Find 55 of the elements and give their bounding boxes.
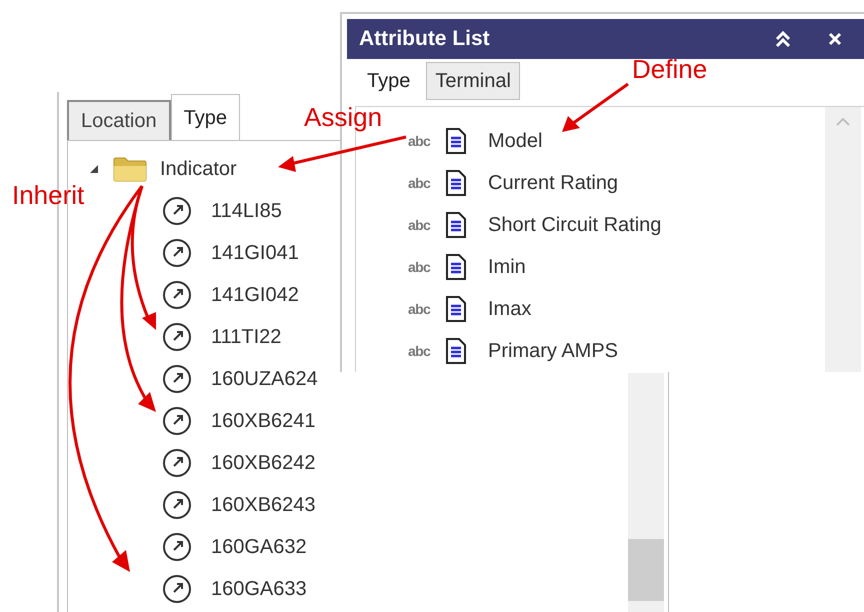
attribute-item[interactable]: Imin <box>488 252 526 282</box>
attribute-item[interactable]: Short Circuit Rating <box>488 210 662 240</box>
scroll-thumb[interactable] <box>628 539 664 601</box>
data-type-label: abc <box>408 216 432 234</box>
tree-item[interactable]: 160UZA624 <box>211 364 318 394</box>
tree-item[interactable]: 114LI85 <box>211 196 282 226</box>
gauge-icon <box>161 489 193 521</box>
attribute-item[interactable]: Model <box>488 126 542 156</box>
document-icon <box>444 169 468 197</box>
tree-item[interactable]: 111TI22 <box>211 322 282 352</box>
tab[interactable]: Type <box>170 94 240 140</box>
tree-item[interactable]: 160GA633 <box>211 574 307 604</box>
annotation-arrow <box>562 82 629 132</box>
data-type-label: abc <box>408 174 432 192</box>
gauge-icon <box>161 405 193 437</box>
gauge-icon <box>161 195 193 227</box>
document-icon <box>444 295 468 323</box>
tree-item[interactable]: 141GI042 <box>211 280 299 310</box>
tree-item[interactable]: 160XB6241 <box>211 406 316 436</box>
close-icon[interactable] <box>828 32 842 46</box>
gauge-icon <box>161 237 193 269</box>
data-type-label: abc <box>408 300 432 318</box>
attribute-item[interactable]: Imax <box>488 294 532 324</box>
folder-icon <box>112 156 148 182</box>
attribute-item[interactable]: Primary AMPS <box>488 336 618 366</box>
tree-item[interactable]: 160XB6243 <box>211 490 316 520</box>
window-title: Attribute List <box>359 26 491 52</box>
data-type-label: abc <box>408 132 432 150</box>
document-icon <box>444 127 468 155</box>
data-type-label: abc <box>408 342 432 360</box>
annotation-label: Inherit <box>12 182 84 208</box>
gauge-icon <box>161 279 193 311</box>
tree-item[interactable]: Indicator <box>160 154 237 184</box>
collapse-icon[interactable] <box>774 28 792 49</box>
gauge-icon <box>161 531 193 563</box>
data-type-label: abc <box>408 258 432 276</box>
scrollbar[interactable] <box>628 373 664 612</box>
document-icon <box>444 211 468 239</box>
gauge-icon <box>161 447 193 479</box>
tree-item[interactable]: 160GA632 <box>211 532 307 562</box>
scroll-up-icon[interactable] <box>835 117 851 127</box>
gauge-icon <box>161 321 193 353</box>
expander-icon[interactable] <box>88 163 100 175</box>
tree-item[interactable]: 160XB6242 <box>211 448 316 478</box>
tab[interactable]: Location <box>67 100 171 140</box>
annotation-label: Define <box>632 56 708 82</box>
document-icon <box>444 337 468 365</box>
gauge-icon <box>161 363 193 395</box>
document-icon <box>444 253 468 281</box>
tab[interactable]: Terminal <box>426 62 520 100</box>
scrollbar[interactable] <box>825 107 861 372</box>
annotation-label: Assign <box>304 104 382 130</box>
attribute-item[interactable]: Current Rating <box>488 168 618 198</box>
tree-item[interactable]: 141GI041 <box>211 238 299 268</box>
gauge-icon <box>161 573 193 605</box>
